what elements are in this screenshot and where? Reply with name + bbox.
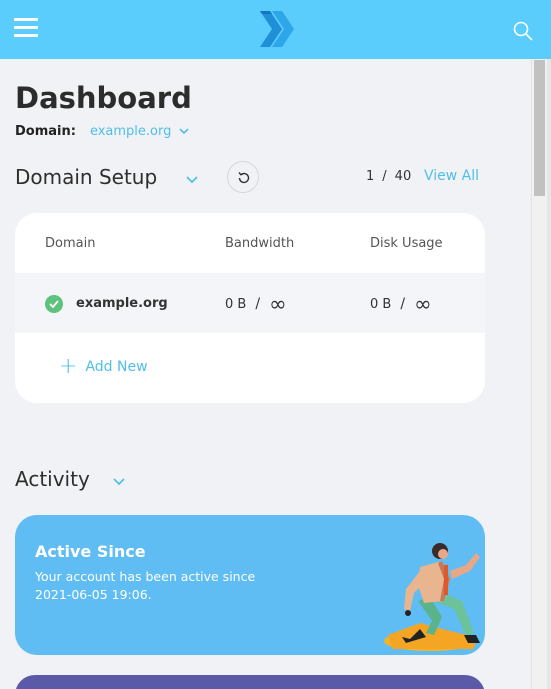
add-new-label: Add New (85, 359, 148, 375)
page-title: Dashboard (15, 81, 192, 115)
domain-value[interactable]: example.org (90, 124, 171, 139)
bandwidth-used: 0 B (225, 296, 247, 312)
scrollbar-thumb[interactable] (534, 60, 545, 196)
pager-total: 40 (394, 169, 412, 184)
disk-used: 0 B (370, 296, 392, 312)
pager-current: 1 (366, 169, 375, 184)
column-header-domain: Domain (45, 236, 96, 251)
bandwidth-limit-infinity-icon: ∞ (269, 292, 287, 316)
hamburger-icon[interactable] (14, 18, 38, 38)
pagination: 1 / 40 (366, 169, 411, 184)
column-header-disk-usage: Disk Usage (370, 236, 443, 251)
running-person-illustration-icon (384, 543, 480, 651)
disk-limit-infinity-icon: ∞ (414, 292, 432, 316)
chevron-down-icon[interactable] (178, 127, 190, 135)
disk-usage-cell: 0 B / ∞ (370, 292, 432, 316)
bandwidth-cell: 0 B / ∞ (225, 292, 287, 316)
refresh-button[interactable] (227, 161, 259, 193)
domain-setup-chevron-down-icon[interactable] (185, 175, 199, 184)
domain-name[interactable]: example.org (76, 296, 168, 311)
column-header-bandwidth: Bandwidth (225, 236, 295, 251)
active-since-card: Active Since Your account has been activ… (15, 515, 485, 655)
page-edge (547, 59, 551, 689)
domain-setup-title: Domain Setup (15, 165, 158, 189)
view-all-link[interactable]: View All (424, 168, 479, 184)
check-icon (45, 295, 63, 313)
active-since-text: Your account has been active since 2021-… (35, 569, 256, 602)
chevron-logo-icon[interactable] (258, 9, 296, 49)
domain-setup-card: Domain Bandwidth Disk Usage example.org … (15, 213, 485, 403)
next-activity-card (15, 675, 485, 689)
pager-separator: / (382, 169, 387, 184)
add-new-button[interactable]: + Add New (59, 354, 148, 379)
domain-label: Domain: (15, 123, 76, 139)
plus-icon: + (59, 354, 78, 379)
activity-chevron-down-icon[interactable] (112, 477, 126, 486)
refresh-icon (238, 172, 250, 184)
search-icon[interactable] (513, 21, 533, 41)
top-bar (0, 0, 551, 59)
activity-title: Activity (15, 467, 90, 491)
active-since-title: Active Since (35, 542, 146, 561)
domain-selector[interactable]: Domain: example.org (15, 122, 190, 140)
